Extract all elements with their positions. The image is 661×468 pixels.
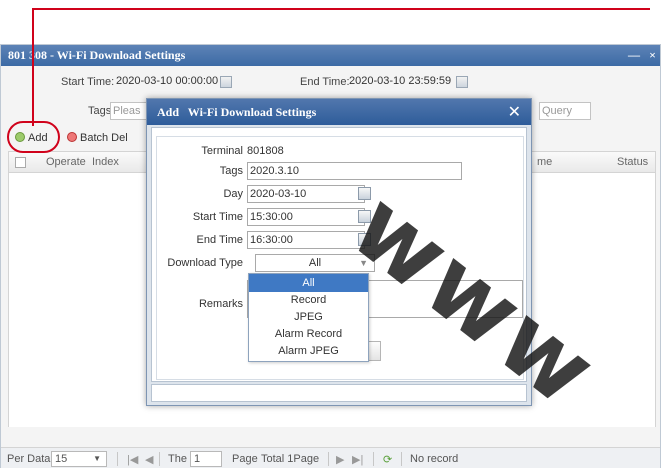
- option-record[interactable]: Record: [249, 292, 368, 309]
- total-pages: Total 1Page: [261, 453, 320, 465]
- start-time-label: Start Time:: [61, 76, 115, 88]
- per-data-select[interactable]: 15 ▼: [51, 451, 107, 467]
- status-text: No record: [410, 453, 459, 465]
- annotation-circle: [7, 121, 60, 153]
- day-calendar-icon[interactable]: [358, 187, 371, 200]
- refresh-icon[interactable]: ⟳: [383, 453, 392, 466]
- page-label: Page: [232, 453, 258, 465]
- query-button[interactable]: Query: [539, 102, 591, 120]
- download-type-value: All: [308, 257, 322, 269]
- per-data-value: 15: [55, 453, 68, 465]
- batch-delete-button[interactable]: Batch Del: [67, 132, 128, 144]
- delete-icon: [67, 132, 77, 142]
- minimize-icon[interactable]: —: [628, 45, 640, 66]
- tags-input[interactable]: 2020.3.10: [247, 162, 462, 180]
- separator: [328, 452, 329, 466]
- select-all-checkbox[interactable]: [15, 157, 26, 168]
- day-input[interactable]: 2020-03-10: [247, 185, 365, 203]
- prev-page-icon[interactable]: ◀: [145, 453, 153, 466]
- dialog-title-bar: Add Wi-Fi Download Settings ✕: [147, 99, 531, 125]
- remarks-label: Remarks: [198, 298, 243, 310]
- window-title-bar: 801 308 - Wi-Fi Download Settings — ×: [1, 45, 660, 66]
- end-calendar-icon[interactable]: [456, 76, 468, 88]
- column-status[interactable]: Status: [617, 156, 648, 168]
- batch-del-label: Batch Del: [80, 132, 128, 144]
- download-type-dropdown: All Record JPEG Alarm Record Alarm JPEG: [248, 273, 369, 362]
- dialog-title: Add Wi-Fi Download Settings: [157, 105, 317, 119]
- option-all[interactable]: All: [249, 274, 368, 292]
- download-type-label: Download Type: [167, 257, 243, 269]
- option-alarm-jpeg[interactable]: Alarm JPEG: [249, 343, 368, 360]
- day-label: Day: [223, 188, 243, 200]
- chevron-down-icon: ▼: [359, 258, 368, 268]
- tags-label: Tags: [219, 165, 243, 177]
- end-time-picker-icon[interactable]: [358, 233, 371, 246]
- separator: [117, 452, 118, 466]
- option-alarm-record[interactable]: Alarm Record: [249, 326, 368, 343]
- annotation-line: [32, 8, 34, 126]
- column-time[interactable]: me: [537, 156, 552, 168]
- column-operate[interactable]: Operate: [46, 156, 86, 168]
- start-time-field[interactable]: 2020-03-10 00:00:00: [114, 73, 220, 91]
- pagination-bar: Per Data 15 ▼ |◀ ◀ The 1 Page Total 1Page…: [1, 447, 660, 468]
- window-close-icon[interactable]: ×: [649, 45, 656, 66]
- start-calendar-icon[interactable]: [220, 76, 232, 88]
- column-index[interactable]: Index: [92, 156, 119, 168]
- terminal-value: 801808: [247, 145, 284, 157]
- first-page-icon[interactable]: |◀: [127, 453, 138, 466]
- end-time-label: End Time: [196, 234, 243, 246]
- annotation-line: [32, 8, 650, 10]
- separator: [159, 452, 160, 466]
- chevron-down-icon: ▼: [93, 454, 101, 463]
- terminal-label: Terminal: [201, 145, 243, 157]
- start-time-picker-icon[interactable]: [358, 210, 371, 223]
- download-type-select[interactable]: All ▼: [255, 254, 375, 272]
- per-data-label: Per Data: [7, 453, 51, 465]
- dialog-footer: [151, 384, 527, 402]
- last-page-icon[interactable]: ▶|: [352, 453, 363, 466]
- page-input[interactable]: 1: [190, 451, 222, 467]
- next-page-icon[interactable]: ▶: [336, 453, 344, 466]
- window-title: 801 308 - Wi-Fi Download Settings: [8, 48, 186, 62]
- start-time-label: Start Time: [192, 211, 243, 223]
- end-time-input[interactable]: 16:30:00: [247, 231, 365, 249]
- separator: [401, 452, 402, 466]
- end-time-field[interactable]: 2020-03-10 23:59:59: [347, 73, 455, 91]
- the-label: The: [168, 453, 187, 465]
- separator: [373, 452, 374, 466]
- dialog-close-icon[interactable]: ✕: [508, 99, 521, 125]
- start-time-input[interactable]: 15:30:00: [247, 208, 365, 226]
- tags-input[interactable]: Pleas: [110, 102, 150, 120]
- end-time-label: End Time:: [300, 76, 350, 88]
- option-jpeg[interactable]: JPEG: [249, 309, 368, 326]
